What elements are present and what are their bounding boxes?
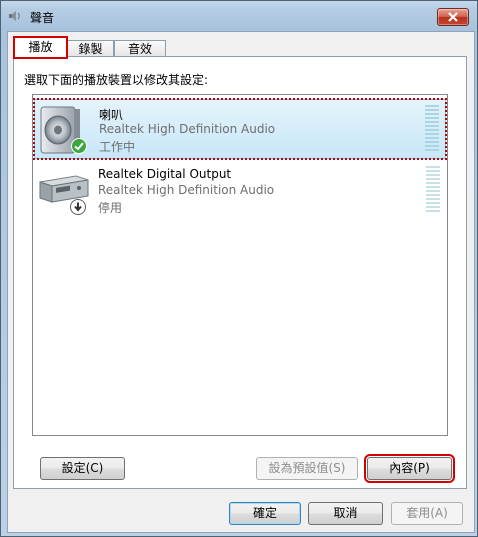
- device-name: 喇叭: [99, 108, 124, 122]
- close-button[interactable]: [437, 8, 469, 26]
- set-default-button[interactable]: 設為預設值(S): [256, 457, 358, 480]
- apply-button[interactable]: 套用(A): [391, 502, 463, 525]
- device-list[interactable]: 喇叭 Realtek High Definition Audio 工作中 Rea…: [32, 94, 448, 436]
- ok-button[interactable]: 確定: [229, 502, 301, 525]
- window-title: 聲音: [30, 11, 55, 25]
- configure-button[interactable]: 設定(C): [40, 457, 125, 480]
- device-driver: Realtek High Definition Audio: [98, 183, 275, 197]
- default-check-icon: [71, 138, 87, 157]
- properties-button[interactable]: 內容(P): [364, 454, 455, 483]
- speaker-icon: [8, 9, 22, 23]
- device-item-speakers[interactable]: 喇叭 Realtek High Definition Audio 工作中: [33, 98, 447, 160]
- tab-playback[interactable]: 播放: [13, 36, 68, 59]
- device-driver: Realtek High Definition Audio: [99, 122, 276, 136]
- level-meter: [426, 166, 440, 212]
- cancel-button[interactable]: 取消: [308, 502, 383, 525]
- sound-dialog: 聲音 播放 錄製 音效 選取下面的播放裝置以修改其設定: 喇叭 Realtek …: [0, 0, 478, 537]
- tab-sounds[interactable]: 音效: [114, 40, 166, 57]
- close-icon: [448, 12, 458, 22]
- dialog-client-area: 播放 錄製 音效 選取下面的播放裝置以修改其設定: 喇叭 Realtek Hig…: [7, 31, 475, 533]
- device-item-digital-output[interactable]: Realtek Digital Output Realtek High Defi…: [34, 161, 446, 221]
- device-name: Realtek Digital Output: [98, 167, 232, 181]
- disabled-arrow-icon: [70, 199, 86, 218]
- level-meter: [425, 105, 439, 151]
- tab-recording[interactable]: 錄製: [67, 40, 114, 57]
- instruction-text: 選取下面的播放裝置以修改其設定:: [24, 73, 209, 87]
- playback-panel: 選取下面的播放裝置以修改其設定: 喇叭 Realtek High Definit…: [13, 56, 467, 489]
- device-status: 停用: [98, 201, 123, 215]
- device-status: 工作中: [99, 140, 136, 154]
- title-bar[interactable]: 聲音: [1, 1, 477, 31]
